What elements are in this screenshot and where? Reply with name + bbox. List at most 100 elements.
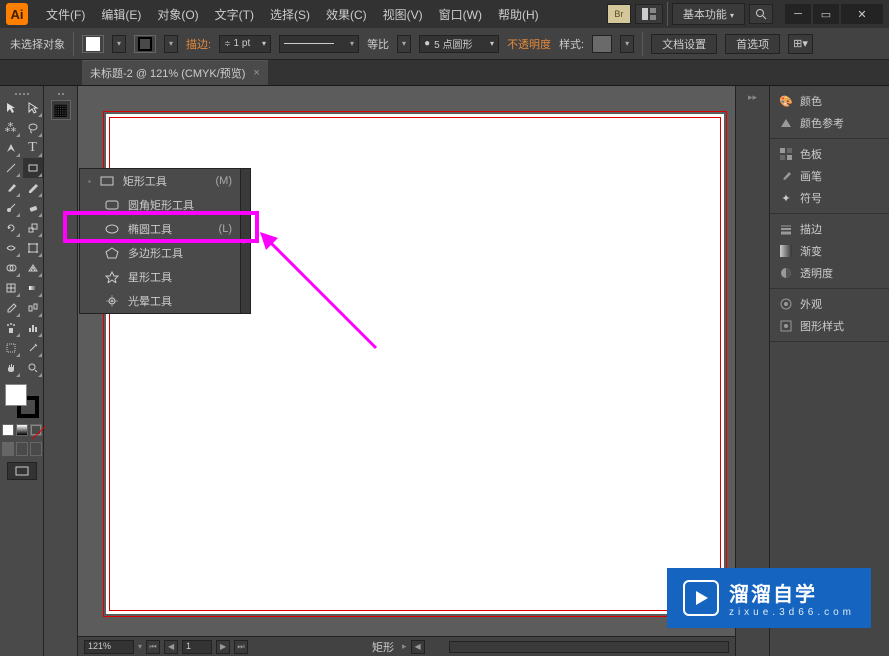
- menu-edit[interactable]: 编辑(E): [93, 2, 149, 27]
- lasso-tool[interactable]: [23, 118, 43, 138]
- artboard-number-input[interactable]: 1: [182, 640, 212, 654]
- stroke-swatch[interactable]: [134, 35, 156, 53]
- minimize-button[interactable]: ─: [785, 4, 811, 24]
- uniform-label: 等比: [367, 36, 389, 52]
- line-segment-tool[interactable]: [1, 158, 21, 178]
- document-tab[interactable]: 未标题-2 @ 121% (CMYK/预览) ×: [82, 60, 268, 85]
- slice-tool[interactable]: [23, 338, 43, 358]
- arrange-docs-button[interactable]: [635, 4, 663, 24]
- pen-tool[interactable]: [1, 138, 21, 158]
- menu-help[interactable]: 帮助(H): [490, 2, 547, 27]
- menu-type[interactable]: 文字(T): [207, 2, 262, 27]
- flyout-tearoff[interactable]: ▸: [240, 169, 250, 313]
- flyout-flare-tool[interactable]: 光晕工具: [80, 289, 240, 313]
- app-icon: Ai: [6, 3, 28, 25]
- next-artboard-button[interactable]: ▶: [216, 640, 230, 654]
- panel-color[interactable]: 🎨颜色: [770, 90, 889, 112]
- perspective-grid-tool[interactable]: [23, 258, 43, 278]
- panel-brushes[interactable]: 画笔: [770, 165, 889, 187]
- menu-file[interactable]: 文件(F): [38, 2, 93, 27]
- scale-tool[interactable]: [23, 218, 43, 238]
- flyout-rectangle-tool[interactable]: ▪ 矩形工具(M): [80, 169, 240, 193]
- panel-color-guide[interactable]: 颜色参考: [770, 112, 889, 134]
- mesh-tool[interactable]: [1, 278, 21, 298]
- horizontal-scrollbar[interactable]: [449, 641, 729, 653]
- maximize-button[interactable]: ▭: [813, 4, 839, 24]
- style-dropdown[interactable]: ▾: [620, 35, 634, 53]
- dock-icon[interactable]: ▦: [51, 100, 71, 120]
- panel-appearance[interactable]: 外观: [770, 293, 889, 315]
- menu-window[interactable]: 窗口(W): [431, 2, 490, 27]
- flyout-rounded-rectangle-tool[interactable]: 圆角矩形工具: [80, 193, 240, 217]
- rotate-tool[interactable]: [1, 218, 21, 238]
- fill-swatch[interactable]: [82, 35, 104, 53]
- panel-transparency[interactable]: 透明度: [770, 262, 889, 284]
- document-tab-title: 未标题-2 @ 121% (CMYK/预览): [90, 65, 245, 81]
- menu-effect[interactable]: 效果(C): [318, 2, 375, 27]
- magic-wand-tool[interactable]: ⁂: [1, 118, 21, 138]
- screen-mode-button[interactable]: [7, 462, 37, 480]
- eraser-tool[interactable]: [23, 198, 43, 218]
- gradient-tool[interactable]: [23, 278, 43, 298]
- zoom-input[interactable]: 121%: [84, 640, 134, 654]
- column-graph-tool[interactable]: [23, 318, 43, 338]
- blob-brush-tool[interactable]: [1, 198, 21, 218]
- align-button[interactable]: ⊞▾: [788, 34, 813, 54]
- last-artboard-button[interactable]: ⏭: [234, 640, 248, 654]
- type-tool[interactable]: T: [23, 138, 43, 158]
- flyout-star-tool[interactable]: 星形工具: [80, 265, 240, 289]
- variable-width-profile[interactable]: ▾: [279, 35, 359, 53]
- toolbox-grip[interactable]: [2, 90, 42, 98]
- direct-selection-tool[interactable]: [23, 98, 43, 118]
- opacity-label[interactable]: 不透明度: [507, 36, 551, 52]
- artboard-tool[interactable]: [1, 338, 21, 358]
- preferences-button[interactable]: 首选项: [725, 34, 780, 54]
- shape-builder-tool[interactable]: [1, 258, 21, 278]
- no-selection-label: 未选择对象: [10, 36, 65, 52]
- eyedropper-tool[interactable]: [1, 298, 21, 318]
- menu-object[interactable]: 对象(O): [149, 2, 206, 27]
- star-icon: [104, 269, 120, 285]
- panel-stroke[interactable]: 描边: [770, 218, 889, 240]
- symbol-sprayer-tool[interactable]: [1, 318, 21, 338]
- menu-view[interactable]: 视图(V): [375, 2, 431, 27]
- hand-tool[interactable]: [1, 358, 21, 378]
- selection-tool[interactable]: [1, 98, 21, 118]
- first-artboard-button[interactable]: ⏮: [146, 640, 160, 654]
- search-button[interactable]: [749, 4, 773, 24]
- panel-swatches[interactable]: 色板: [770, 143, 889, 165]
- uniform-dropdown[interactable]: ▾: [397, 35, 411, 53]
- panel-gradient[interactable]: 渐变: [770, 240, 889, 262]
- stroke-weight-input[interactable]: ≑ 1 pt ▾: [219, 35, 271, 53]
- bridge-icon[interactable]: Br: [607, 4, 631, 24]
- zoom-tool[interactable]: [23, 358, 43, 378]
- close-tab-icon[interactable]: ×: [253, 67, 259, 79]
- paintbrush-tool[interactable]: [1, 178, 21, 198]
- scroll-left-button[interactable]: ◀: [411, 640, 425, 654]
- graphic-style-swatch[interactable]: [592, 35, 612, 53]
- flyout-polygon-tool[interactable]: 多边形工具: [80, 241, 240, 265]
- draw-mode-buttons[interactable]: [2, 442, 42, 456]
- stroke-label[interactable]: 描边:: [186, 36, 211, 52]
- fill-dropdown[interactable]: ▾: [112, 35, 126, 53]
- status-tool-label: 矩形: [372, 639, 394, 655]
- workspace-switcher[interactable]: 基本功能 ▾: [672, 3, 745, 25]
- appearance-icon: [778, 296, 794, 312]
- blend-tool[interactable]: [23, 298, 43, 318]
- document-setup-button[interactable]: 文档设置: [651, 34, 717, 54]
- close-button[interactable]: ✕: [841, 4, 883, 24]
- pencil-tool[interactable]: [23, 178, 43, 198]
- width-tool[interactable]: [1, 238, 21, 258]
- panel-symbols[interactable]: ✦符号: [770, 187, 889, 209]
- rectangle-tool[interactable]: [23, 158, 43, 178]
- menu-select[interactable]: 选择(S): [262, 2, 318, 27]
- fill-stroke-indicator[interactable]: [5, 384, 39, 418]
- polygon-icon: [104, 245, 120, 261]
- color-mode-buttons[interactable]: [2, 424, 42, 436]
- brush-definition[interactable]: ●5 点圆形▾: [419, 35, 499, 53]
- panel-graphic-styles[interactable]: 图形样式: [770, 315, 889, 337]
- free-transform-tool[interactable]: [23, 238, 43, 258]
- flyout-ellipse-tool[interactable]: 椭圆工具(L): [80, 217, 240, 241]
- prev-artboard-button[interactable]: ◀: [164, 640, 178, 654]
- stroke-dropdown[interactable]: ▾: [164, 35, 178, 53]
